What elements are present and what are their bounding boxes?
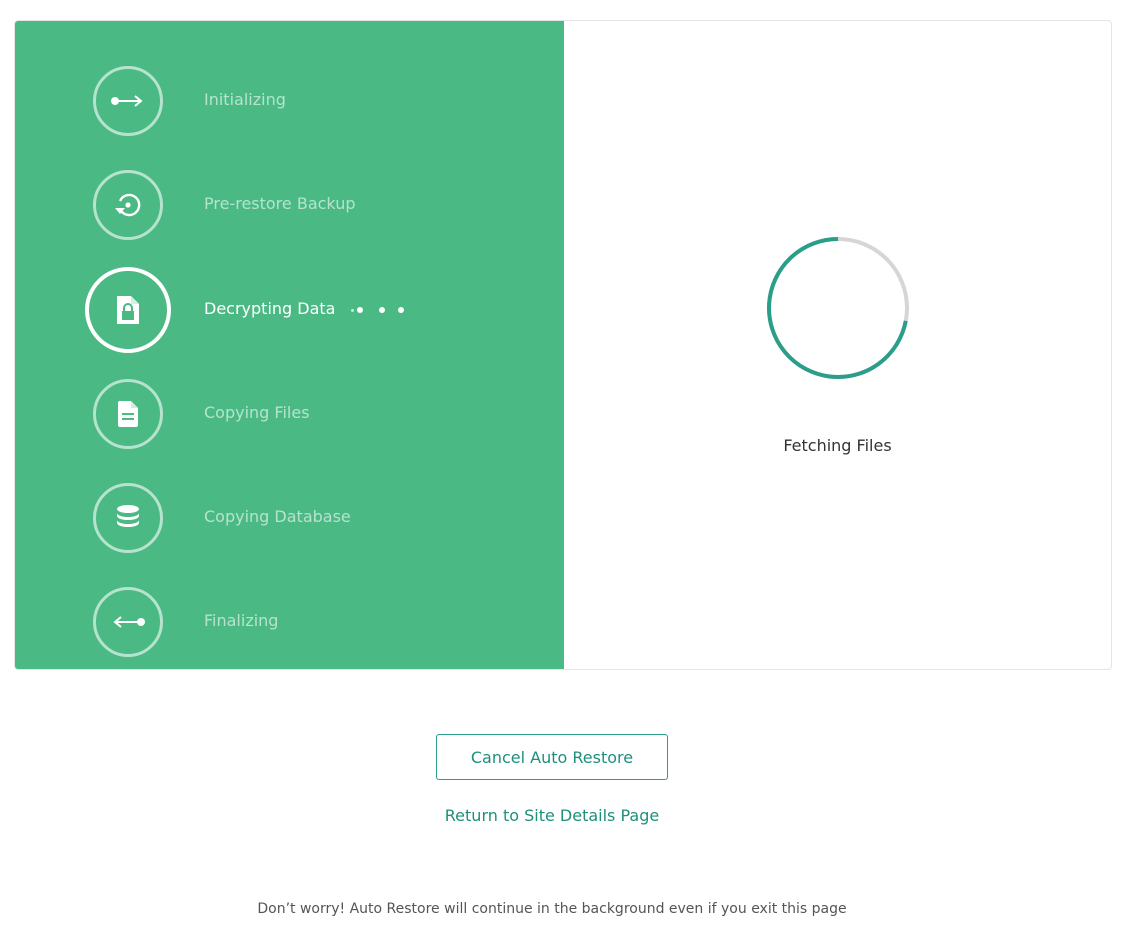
database-icon bbox=[115, 504, 141, 532]
cancel-auto-restore-button[interactable]: Cancel Auto Restore bbox=[436, 734, 668, 780]
step-pre-restore-backup-circle bbox=[93, 170, 163, 240]
file-text-icon bbox=[117, 400, 139, 428]
restore-card: Initializing Pre-restore Backup Decrypti… bbox=[14, 20, 1112, 670]
arrow-left-icon bbox=[110, 615, 146, 629]
step-copying-database-circle bbox=[93, 483, 163, 553]
return-to-site-details-link[interactable]: Return to Site Details Page bbox=[0, 806, 1104, 825]
step-copying-database: Copying Database bbox=[15, 473, 564, 563]
progress-spinner bbox=[767, 237, 909, 379]
arrow-right-icon bbox=[110, 94, 146, 108]
step-initializing-label: Initializing bbox=[204, 90, 286, 109]
step-copying-files-circle bbox=[93, 379, 163, 449]
progress-panel: Fetching Files bbox=[564, 21, 1111, 669]
file-lock-icon bbox=[115, 294, 141, 326]
history-icon bbox=[114, 191, 142, 219]
steps-panel: Initializing Pre-restore Backup Decrypti… bbox=[15, 21, 564, 669]
step-copying-database-label: Copying Database bbox=[204, 507, 351, 526]
step-finalizing-label: Finalizing bbox=[204, 611, 279, 630]
footer-note: Don’t worry! Auto Restore will continue … bbox=[257, 901, 847, 917]
step-initializing-circle bbox=[93, 66, 163, 136]
step-finalizing: Finalizing bbox=[15, 577, 564, 667]
step-decrypting-data-circle bbox=[85, 267, 171, 353]
step-copying-files: Copying Files bbox=[15, 369, 564, 459]
step-initializing: Initializing bbox=[15, 56, 564, 146]
step-pre-restore-backup-label: Pre-restore Backup bbox=[204, 194, 356, 213]
step-finalizing-circle bbox=[93, 587, 163, 657]
step-decrypting-data: Decrypting Data bbox=[15, 265, 564, 355]
step-decrypting-data-label: Decrypting Data bbox=[204, 299, 336, 318]
loading-dots bbox=[351, 307, 411, 315]
step-copying-files-label: Copying Files bbox=[204, 403, 310, 422]
step-pre-restore-backup: Pre-restore Backup bbox=[15, 160, 564, 250]
status-text: Fetching Files bbox=[783, 436, 892, 455]
